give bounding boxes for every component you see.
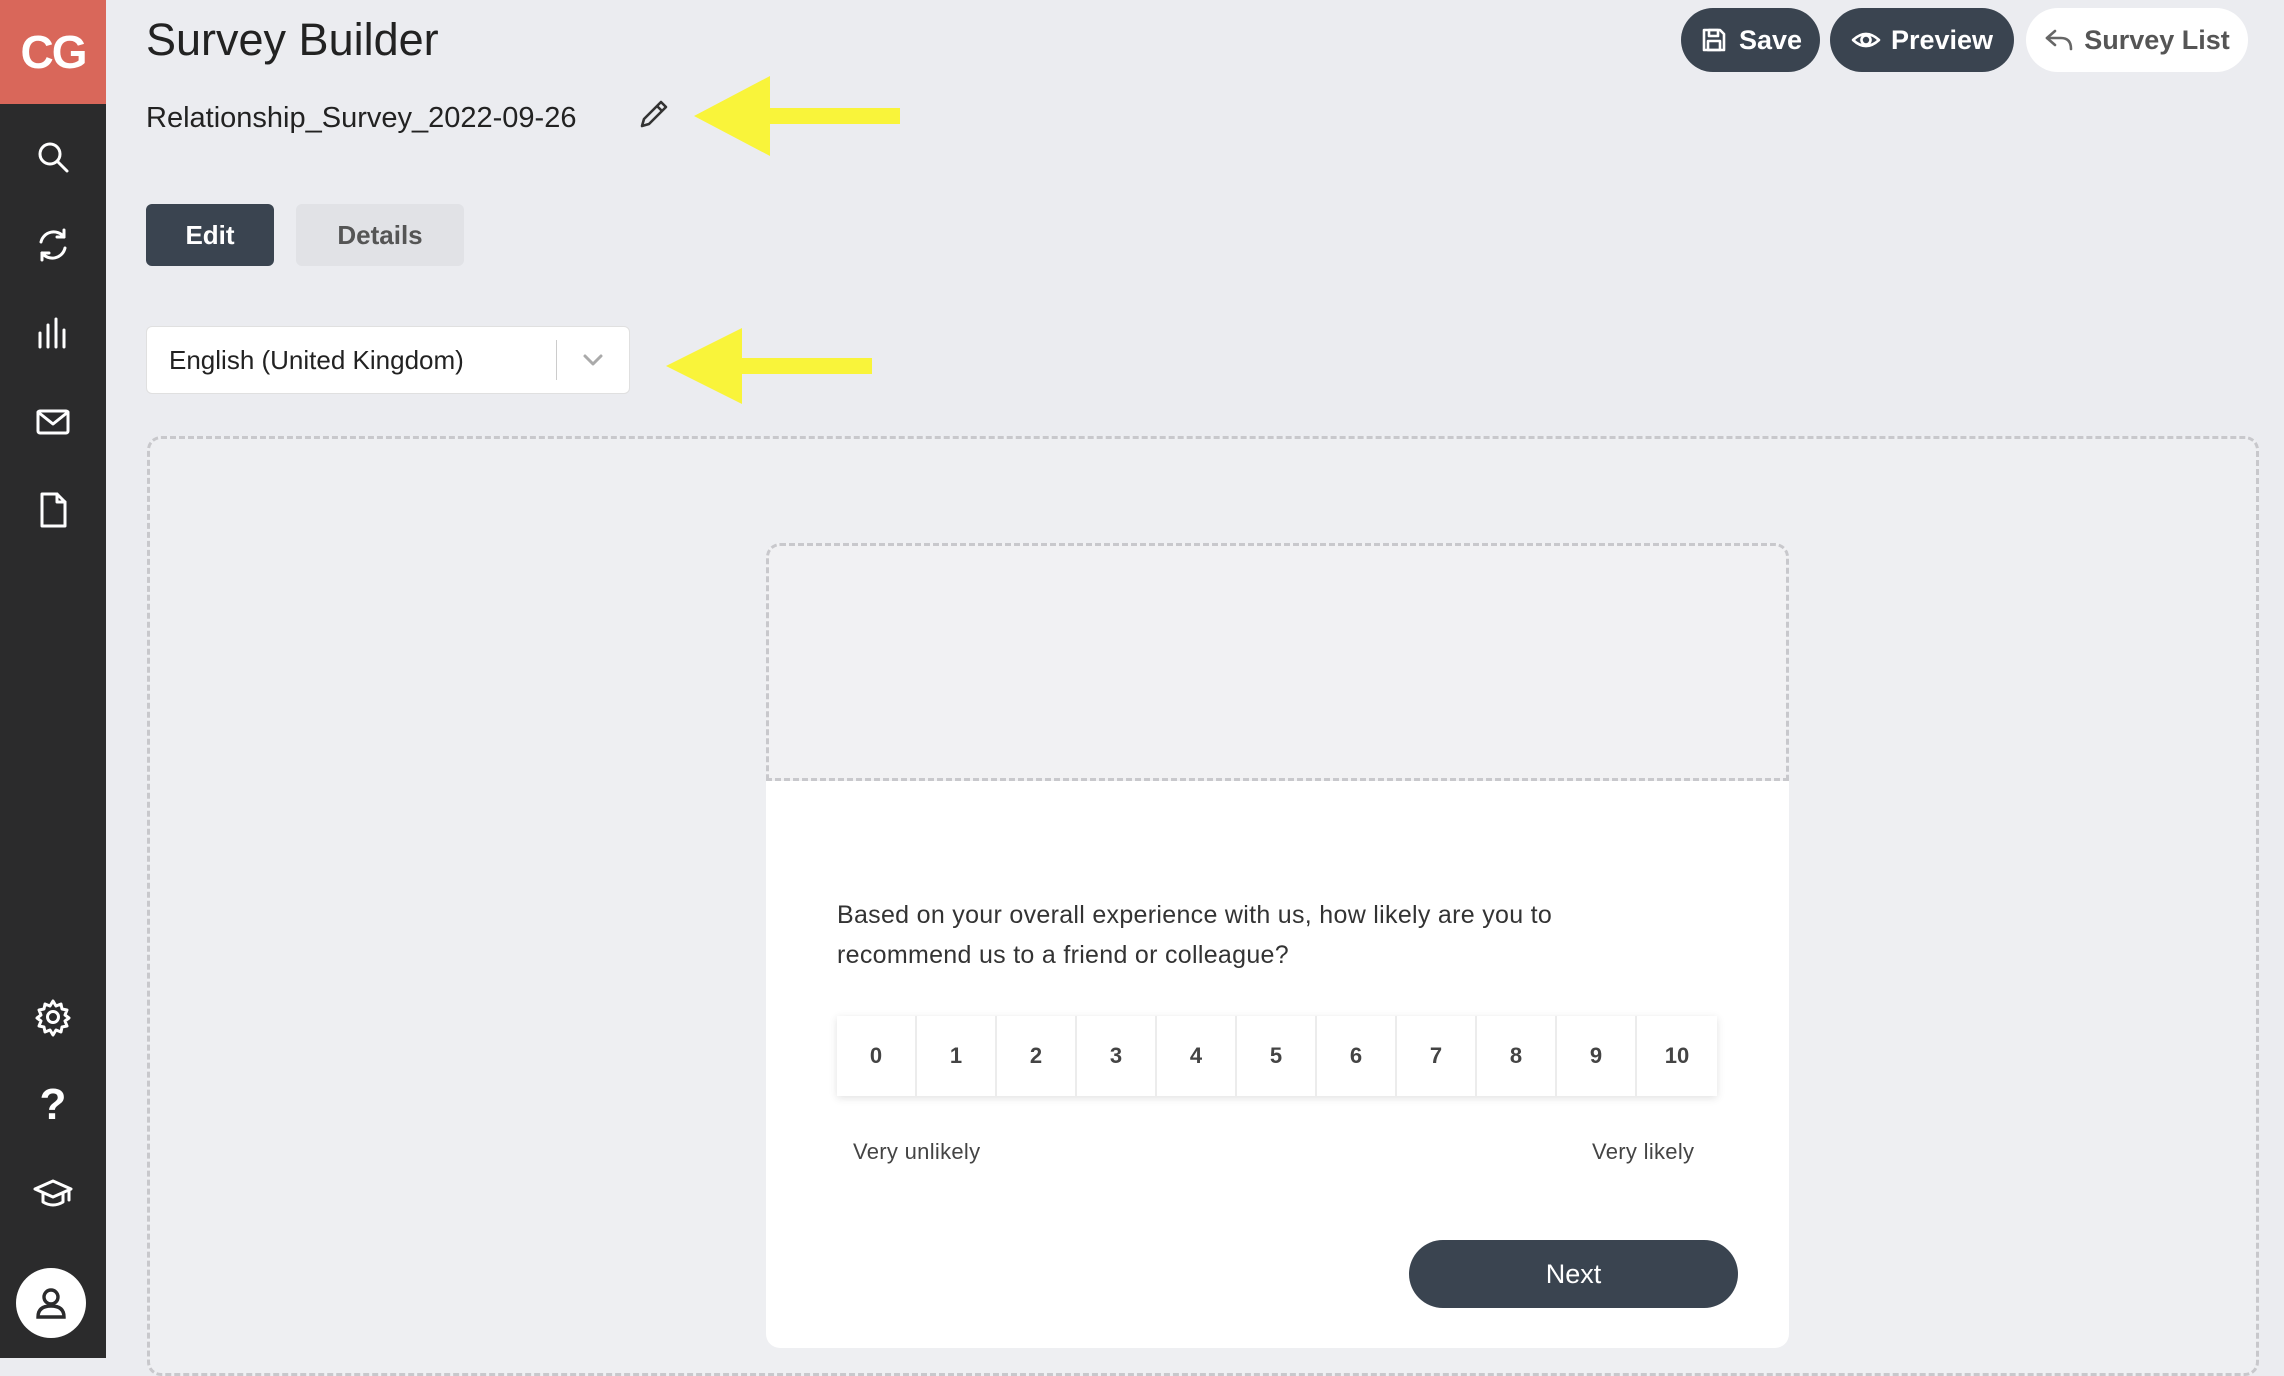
tab-details[interactable]: Details: [296, 204, 464, 266]
nps-scale: 0 1 2 3 4 5 6 7 8 9 10: [837, 1016, 1717, 1096]
gear-icon[interactable]: [23, 987, 83, 1047]
scale-low-label: Very unlikely: [853, 1139, 981, 1164]
scale-option[interactable]: 5: [1237, 1016, 1317, 1096]
scale-option[interactable]: 1: [917, 1016, 997, 1096]
tab-edit[interactable]: Edit: [146, 204, 274, 266]
scale-option[interactable]: 3: [1077, 1016, 1157, 1096]
annotation-arrow-icon: [694, 76, 900, 156]
refresh-icon[interactable]: [23, 215, 83, 275]
chevron-down-icon[interactable]: [557, 347, 629, 373]
scale-option[interactable]: 9: [1557, 1016, 1637, 1096]
pencil-icon[interactable]: [636, 96, 676, 136]
survey-name: Relationship_Survey_2022-09-26: [146, 102, 577, 134]
scale-option[interactable]: 2: [997, 1016, 1077, 1096]
scale-option[interactable]: 10: [1637, 1016, 1717, 1096]
floppy-disk-icon: [1702, 28, 1726, 52]
save-button[interactable]: Save: [1681, 8, 1820, 72]
question-text: Based on your overall experience with us…: [837, 901, 1553, 969]
scale-high-label: Very likely: [1592, 1139, 1695, 1164]
search-icon[interactable]: [23, 127, 83, 187]
sidebar: CG ?: [0, 0, 106, 1358]
logo[interactable]: CG: [0, 0, 106, 104]
scale-option[interactable]: 6: [1317, 1016, 1397, 1096]
user-icon[interactable]: [16, 1268, 86, 1338]
card-header-dropzone[interactable]: [766, 543, 1789, 781]
scale-option[interactable]: 8: [1477, 1016, 1557, 1096]
page-title: Survey Builder: [146, 14, 439, 65]
survey-list-label: Survey List: [2084, 24, 2230, 55]
scale-option[interactable]: 0: [837, 1016, 917, 1096]
language-value: English (United Kingdom): [169, 344, 464, 375]
save-label: Save: [1738, 24, 1803, 55]
annotation-arrow-icon: [666, 328, 872, 404]
preview-button[interactable]: Preview: [1830, 8, 2014, 72]
help-icon[interactable]: ?: [23, 1075, 83, 1135]
mail-icon[interactable]: [23, 392, 83, 452]
document-icon[interactable]: [23, 480, 83, 540]
graduation-cap-icon[interactable]: [23, 1163, 83, 1223]
scale-option[interactable]: 7: [1397, 1016, 1477, 1096]
scale-option[interactable]: 4: [1157, 1016, 1237, 1096]
eye-icon: [1851, 32, 1881, 48]
reply-arrow-icon: [2045, 29, 2073, 51]
survey-card: Based on your overall experience with us…: [766, 543, 1789, 1348]
next-button[interactable]: Next: [1409, 1240, 1738, 1308]
bar-chart-icon[interactable]: [23, 303, 83, 363]
survey-list-button[interactable]: Survey List: [2026, 8, 2248, 72]
language-select[interactable]: English (United Kingdom): [146, 326, 630, 394]
preview-label: Preview: [1890, 24, 1994, 55]
